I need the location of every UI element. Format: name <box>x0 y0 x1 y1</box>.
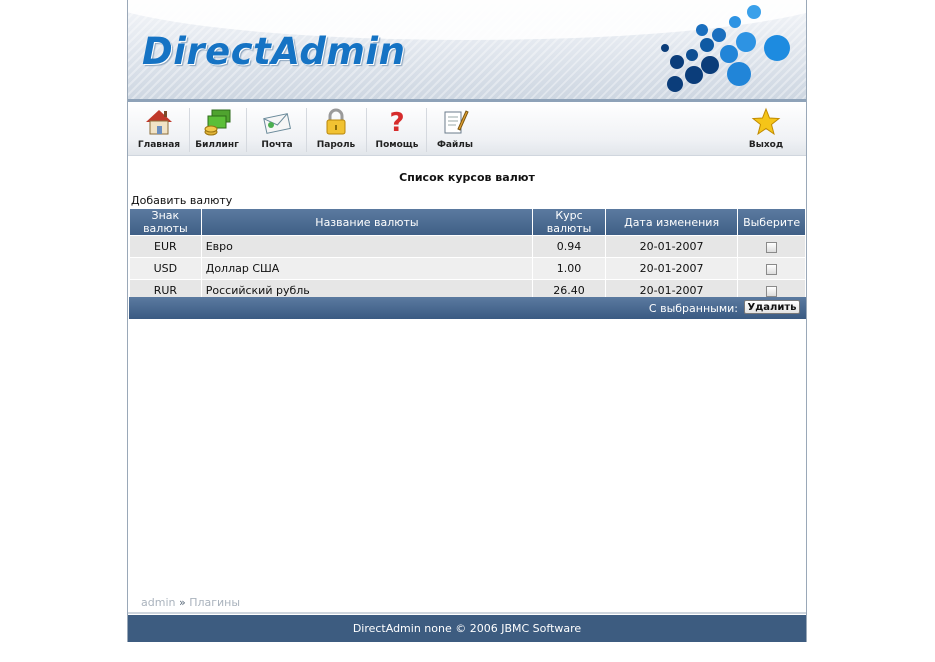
row-select-checkbox[interactable] <box>766 285 778 297</box>
currency-name: Евро <box>201 236 533 257</box>
bubbles-decoration-icon <box>661 5 790 92</box>
table-row: USD Доллар США 1.00 20-01-2007 <box>130 258 805 279</box>
breadcrumb-user-link[interactable]: admin <box>141 596 175 609</box>
currency-code: EUR <box>130 236 201 257</box>
column-header-select: Выберите <box>738 209 805 235</box>
currency-code: USD <box>130 258 201 279</box>
toolbar-label: Почта <box>261 140 293 150</box>
breadcrumb-section-link[interactable]: Плагины <box>189 596 240 609</box>
toolbar-item-home[interactable]: Главная <box>130 102 188 155</box>
toolbar-item-logout[interactable]: Выход <box>737 102 795 155</box>
main-toolbar: Главная Биллинг Почта Пароль ? Помощь Фа… <box>128 102 806 156</box>
copyright-footer: DirectAdmin none © 2006 JBMC Software <box>128 615 806 642</box>
column-header-name[interactable]: Название валюты <box>201 209 533 235</box>
home-icon <box>146 110 172 135</box>
column-header-code[interactable]: Знак валюты <box>130 209 201 235</box>
column-header-date[interactable]: Дата изменения <box>605 209 738 235</box>
currency-rate: 0.94 <box>533 236 605 257</box>
toolbar-label: Главная <box>137 140 181 150</box>
with-selected-label: С выбранными: <box>648 302 738 315</box>
table-header-row: Знак валюты Название валюты Курс валюты … <box>130 209 805 235</box>
toolbar-label: Файлы <box>436 140 474 150</box>
toolbar-item-files[interactable]: Файлы <box>426 102 484 155</box>
column-header-rate[interactable]: Курс валюты <box>533 209 605 235</box>
toolbar-label: Помощь <box>375 140 419 150</box>
row-select-checkbox[interactable] <box>766 263 778 275</box>
currency-rate: 1.00 <box>533 258 605 279</box>
toolbar-label: Выход <box>748 140 784 150</box>
toolbar-label: Биллинг <box>195 140 239 150</box>
logo: DirectAdmin <box>142 30 406 73</box>
table-row: EUR Евро 0.94 20-01-2007 <box>130 236 805 257</box>
mail-icon <box>263 113 291 134</box>
change-date: 20-01-2007 <box>605 258 738 279</box>
toolbar-item-mail[interactable]: Почта <box>248 102 306 155</box>
add-currency-link[interactable]: Добавить валюту <box>131 194 232 207</box>
change-date: 20-01-2007 <box>605 236 738 257</box>
help-icon: ? <box>389 108 404 137</box>
breadcrumb: admin » Плагины <box>141 596 240 609</box>
toolbar-label: Пароль <box>316 140 356 150</box>
header-banner: DirectAdmin <box>128 0 806 101</box>
main-frame: DirectAdmin Главная Биллинг Почта Пароль… <box>127 0 807 642</box>
toolbar-item-password[interactable]: Пароль <box>307 102 365 155</box>
breadcrumb-separator: » <box>178 596 186 609</box>
lock-icon <box>326 108 346 135</box>
currency-name: Доллар США <box>201 258 533 279</box>
billing-icon <box>204 109 231 136</box>
star-icon <box>751 107 781 136</box>
row-select-checkbox[interactable] <box>766 241 778 253</box>
svg-text:?: ? <box>389 108 404 137</box>
toolbar-item-billing[interactable]: Биллинг <box>188 102 246 155</box>
delete-button[interactable]: Удалить <box>744 300 800 314</box>
toolbar-item-help[interactable]: ? Помощь <box>368 102 426 155</box>
files-icon <box>444 110 469 134</box>
currency-table: Знак валюты Название валюты Курс валюты … <box>129 208 806 302</box>
page-title: Список курсов валют <box>399 171 535 184</box>
table-action-bar: С выбранными: Удалить <box>129 297 806 319</box>
